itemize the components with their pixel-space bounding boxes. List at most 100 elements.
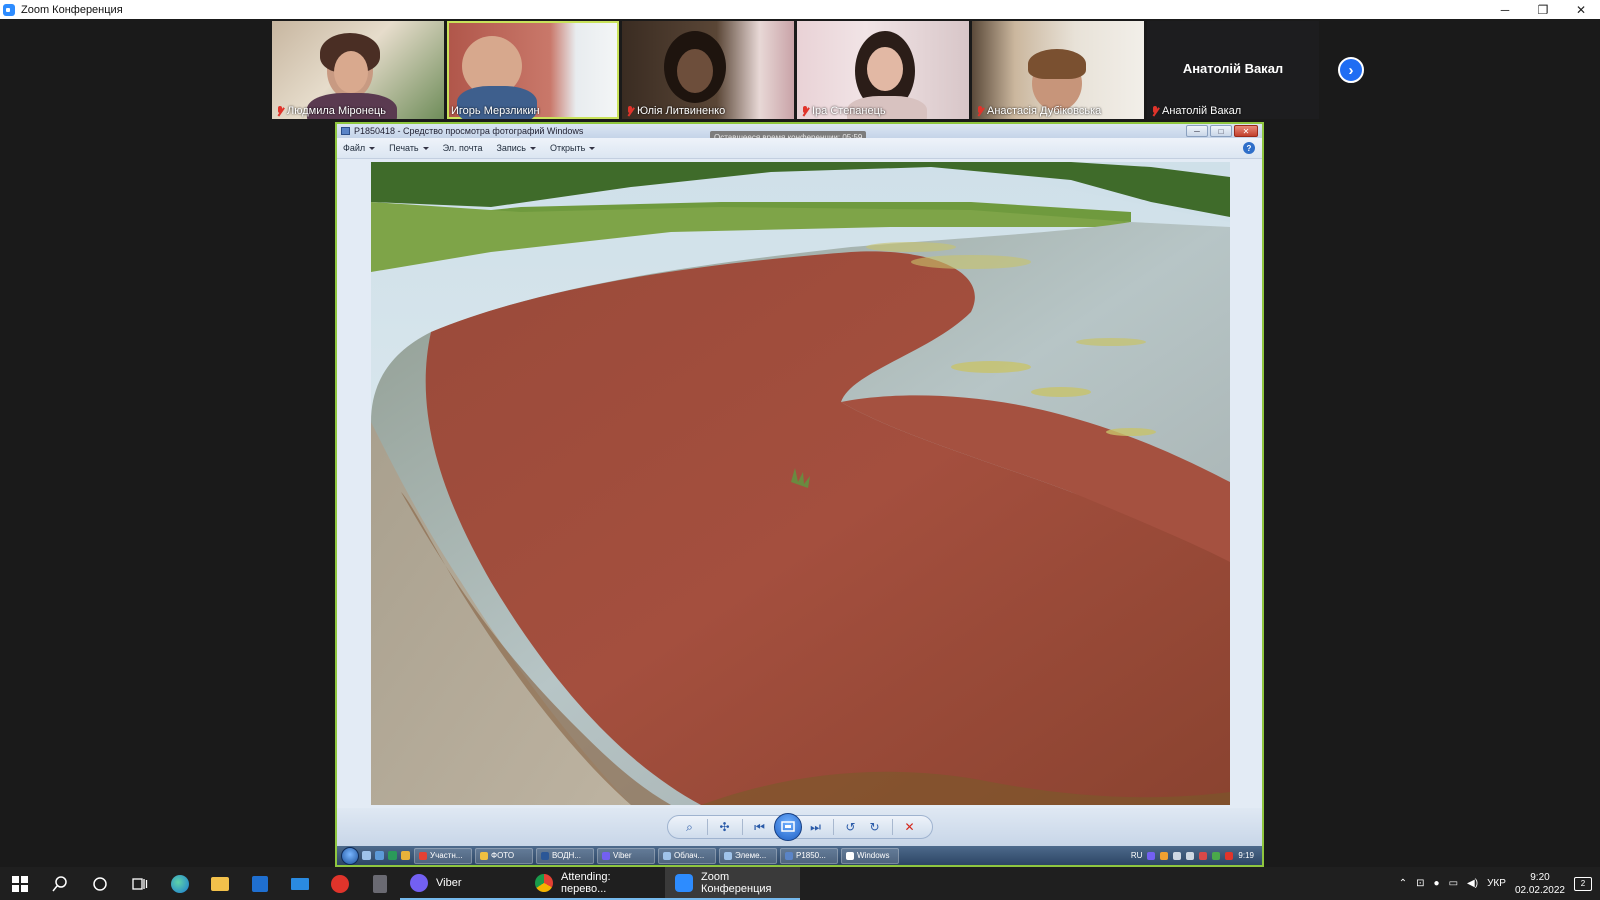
start-button[interactable] xyxy=(0,867,40,900)
quicklaunch-icon[interactable] xyxy=(388,851,397,860)
shared-task[interactable]: Элеме... xyxy=(719,847,777,864)
cortana-button[interactable] xyxy=(80,867,120,900)
quicklaunch-icon[interactable] xyxy=(362,851,371,860)
slideshow-button[interactable] xyxy=(773,813,802,841)
rotate-left-button[interactable]: ↺ xyxy=(841,817,861,837)
participant-tile[interactable]: Людмила Міронець xyxy=(272,21,444,119)
network-tray-icon[interactable] xyxy=(1173,851,1182,860)
slideshow-icon xyxy=(780,821,795,832)
mail-icon xyxy=(291,877,309,890)
microphone-icon[interactable]: ● xyxy=(1434,878,1440,889)
zoom-logo-icon xyxy=(3,3,15,16)
restore-button[interactable]: ❐ xyxy=(1524,0,1562,19)
shared-taskbar: Участн... ФОТО ВОДН... Viber Облач... Эл… xyxy=(337,846,1262,865)
search-icon xyxy=(52,875,67,891)
menu-open[interactable]: Открыть xyxy=(550,143,596,153)
opera-button[interactable] xyxy=(320,867,360,900)
opera-tray-icon[interactable] xyxy=(1225,851,1234,860)
edge-button[interactable] xyxy=(160,867,200,900)
search-button[interactable] xyxy=(40,867,80,900)
store-icon xyxy=(252,875,268,892)
viber-tray-icon[interactable] xyxy=(1147,851,1156,860)
taskbar-app-viber[interactable]: Viber xyxy=(400,867,525,900)
shared-task[interactable]: Облач... xyxy=(658,847,716,864)
pond-photo xyxy=(371,162,1230,805)
shared-task[interactable]: P1850... xyxy=(780,847,838,864)
participant-name: Игорь Мерзликин xyxy=(451,105,540,117)
rotate-right-button[interactable]: ↻ xyxy=(865,817,885,837)
warning-tray-icon[interactable] xyxy=(1160,851,1169,860)
menu-email[interactable]: Эл. почта xyxy=(443,143,483,153)
participant-name: Анатолій Вакал xyxy=(1151,105,1241,117)
shared-task[interactable]: Viber xyxy=(597,847,655,864)
pond-photo-image xyxy=(371,162,1230,805)
shared-task[interactable]: Участн... xyxy=(414,847,472,864)
menu-file[interactable]: Файл xyxy=(343,143,376,153)
shared-lang[interactable]: RU xyxy=(1131,851,1143,860)
participant-tile-active-speaker[interactable]: Игорь Мерзликин xyxy=(447,21,619,119)
participant-video-strip: Людмила Міронець Игорь Мерзликин Юлія Ли… xyxy=(272,21,1319,119)
start-orb-icon[interactable] xyxy=(341,846,359,865)
shared-task[interactable]: ВОДН... xyxy=(536,847,594,864)
photo-viewer-title: P1850418 - Средство просмотра фотографий… xyxy=(354,126,584,136)
task-view-icon xyxy=(132,877,148,890)
taskbar-app-chrome[interactable]: Attending: перево... xyxy=(525,867,665,900)
task-view-button[interactable] xyxy=(120,867,160,900)
chevron-down-icon xyxy=(422,146,429,150)
photo-viewer-titlebar: P1850418 - Средство просмотра фотографий… xyxy=(337,124,1262,144)
participant-tile-no-video[interactable]: Анатолій Вакал Анатолій Вакал xyxy=(1147,21,1319,119)
calculator-icon xyxy=(373,874,387,893)
help-icon[interactable]: ? xyxy=(1243,142,1255,154)
network-icon[interactable]: ▭ xyxy=(1449,878,1458,889)
flag-tray-icon[interactable] xyxy=(1199,851,1208,860)
input-language[interactable]: УКР xyxy=(1487,878,1506,889)
quicklaunch-icon[interactable] xyxy=(401,851,410,860)
chevron-up-icon[interactable]: ⌃ xyxy=(1399,878,1407,889)
mail-button[interactable] xyxy=(280,867,320,900)
cortana-icon xyxy=(93,876,107,891)
clock[interactable]: 9:20 02.02.2022 xyxy=(1515,871,1565,897)
shared-clock: 9:19 xyxy=(1238,851,1254,860)
volume-tray-icon[interactable] xyxy=(1186,851,1195,860)
actual-size-button[interactable]: ✣ xyxy=(715,817,735,837)
divider xyxy=(741,819,743,835)
next-participants-button[interactable]: › xyxy=(1338,57,1364,83)
shared-screen: P1850418 - Средство просмотра фотографий… xyxy=(335,122,1264,867)
window-controls: ─ ❐ ✕ xyxy=(1486,0,1600,19)
shared-task[interactable]: ФОТО xyxy=(475,847,533,864)
notification-center-button[interactable]: 2 xyxy=(1574,876,1592,891)
taskbar: Viber Attending: перево... Zoom Конферен… xyxy=(0,867,1600,900)
participant-tile[interactable]: Іра Степанець xyxy=(797,21,969,119)
photo-viewer-icon xyxy=(341,127,350,135)
opera-icon xyxy=(331,874,349,893)
system-tray: ⌃ ⊡ ● ▭ ◀) УКР 9:20 02.02.2022 2 xyxy=(1399,871,1600,897)
participant-tile[interactable]: Анастасія Дубіковська xyxy=(972,21,1144,119)
taskbar-app-zoom[interactable]: Zoom Конференция xyxy=(665,867,800,900)
close-button[interactable]: ✕ xyxy=(1562,0,1600,19)
pv-close-button[interactable]: ✕ xyxy=(1234,125,1258,137)
menu-burn[interactable]: Запись xyxy=(496,143,536,153)
minimize-button[interactable]: ─ xyxy=(1486,0,1524,19)
next-button[interactable]: ⏭ xyxy=(806,817,826,837)
zoom-icon xyxy=(675,873,693,892)
quicklaunch-icon[interactable] xyxy=(375,851,384,860)
volume-icon[interactable]: ◀) xyxy=(1467,878,1478,889)
shared-task[interactable]: Windows xyxy=(841,847,899,864)
calculator-button[interactable] xyxy=(360,867,400,900)
participant-tile[interactable]: Юлія Литвиненко xyxy=(622,21,794,119)
pv-minimize-button[interactable]: ─ xyxy=(1186,125,1208,137)
shield-tray-icon[interactable] xyxy=(1212,851,1221,860)
delete-button[interactable]: ✕ xyxy=(900,817,920,837)
previous-button[interactable]: ⏮ xyxy=(750,817,770,837)
pv-maximize-button[interactable]: □ xyxy=(1210,125,1232,137)
menu-print[interactable]: Печать xyxy=(389,143,429,153)
viber-icon xyxy=(410,873,428,892)
zoom-button[interactable]: ⌕ xyxy=(680,817,700,837)
file-explorer-button[interactable] xyxy=(200,867,240,900)
participant-name: Юлія Литвиненко xyxy=(626,105,725,117)
store-button[interactable] xyxy=(240,867,280,900)
camera-icon[interactable]: ⊡ xyxy=(1416,878,1424,889)
divider xyxy=(706,819,708,835)
mic-muted-icon xyxy=(976,105,984,117)
folder-icon xyxy=(211,876,229,891)
